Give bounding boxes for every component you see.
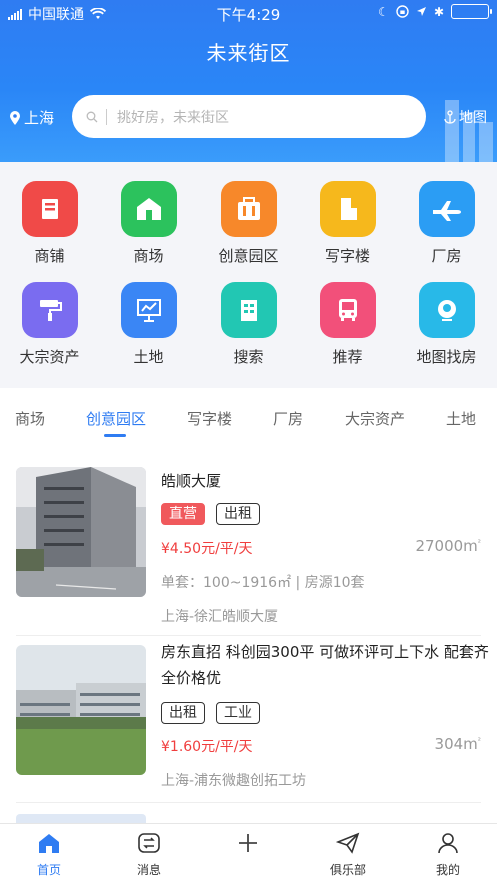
shop-icon [21,181,78,237]
bus-icon [319,282,376,338]
category-label: 推荐 [332,348,363,366]
category-label: 大宗资产 [19,348,80,366]
category-search[interactable]: 搜索 [199,282,298,367]
category-shop[interactable]: 商铺 [0,181,99,266]
category-label: 地图找房 [416,348,477,366]
listing-title: 皓顺大厦 [161,472,222,490]
listing-card[interactable]: 皓顺大厦 直营 出租 ¥4.50元/平/天 27000m² 单套：100~191… [0,450,497,640]
map-button[interactable]: 地图 [444,107,487,127]
map-pin-icon [418,282,475,338]
chart-board-icon [120,282,177,338]
category-creative-park[interactable]: 创意园区 [199,181,298,266]
category-map-search[interactable]: 地图找房 [397,282,496,367]
nav-profile[interactable]: 我的 [418,832,478,878]
listing-photo [16,645,146,775]
tab-land[interactable]: 土地 [446,408,476,429]
search-icon [86,111,98,122]
category-label: 创意园区 [218,247,279,265]
creative-park-icon [220,181,277,237]
map-label: 地图 [459,110,487,126]
nav-messages[interactable]: 消息 [119,832,179,878]
nav-label: 我的 [435,863,460,877]
listing-tags: 直营 出租 [161,503,260,525]
listing-location: 上海-浦东微趣创拓工坊 [161,773,307,789]
category-grid: 商铺 商场 创意园区 写字楼 厂房 大宗资产 土地 搜索 推荐 地图找房 [0,162,497,388]
location-arrow-icon [416,7,426,16]
battery-icon [451,4,492,19]
tag-direct: 直营 [161,503,205,525]
nav-label: 俱乐部 [329,863,366,877]
bluetooth-icon: ✱ [433,4,444,19]
city-selector[interactable]: 上海 [10,107,54,128]
office-building-icon [319,181,376,237]
moon-icon: ☾ [378,4,389,19]
category-tabs: 商场 创意园区 写字楼 厂房 大宗资产 土地 [0,388,497,450]
nav-club[interactable]: 俱乐部 [318,832,378,878]
search-input[interactable]: 挑好房，未来街区 [72,95,426,138]
active-tab-indicator [104,434,126,437]
listing-card[interactable]: 房东直招 科创园300平 可做环评可上下水 配套齐 全价格优 出租 工业 ¥1.… [0,636,497,806]
category-label: 商场 [133,247,164,265]
user-icon [438,833,458,854]
listing-title-line1: 房东直招 科创园300平 可做环评可上下水 配套齐 [161,643,489,661]
category-mall[interactable]: 商场 [99,181,198,266]
tag-rent: 出租 [161,702,205,724]
listing-title-line2: 全价格优 [161,669,222,687]
category-label: 厂房 [431,247,462,265]
next-listing-peek [16,814,146,823]
category-label: 搜索 [233,348,264,366]
tab-creative-park[interactable]: 创意园区 [86,408,146,429]
header: 中国联通 下午4:29 ☾ ✱ 未来街区 上海 挑好房，未来街区 地图 [0,0,497,162]
paint-roller-icon [21,282,78,338]
category-label: 土地 [133,348,164,366]
listing-tags: 出租 工业 [161,702,260,724]
search-placeholder: 挑好房，未来街区 [117,109,229,126]
category-label: 商铺 [34,247,65,265]
tab-factory[interactable]: 厂房 [273,408,303,429]
category-office[interactable]: 写字楼 [298,181,397,266]
city-label: 上海 [24,109,55,127]
status-bar: 中国联通 下午4:29 ☾ ✱ [0,0,497,26]
category-bulk-asset[interactable]: 大宗资产 [0,282,99,367]
listing-area: 304m² [434,735,481,753]
nav-home[interactable]: 首页 [19,832,79,878]
paper-plane-icon [335,832,360,854]
airplane-icon [418,181,475,237]
plus-icon [239,834,257,852]
tab-bulk-asset[interactable]: 大宗资产 [345,408,405,429]
category-factory[interactable]: 厂房 [397,181,496,266]
building-decoration [445,100,493,162]
category-land[interactable]: 土地 [99,282,198,367]
listing-price: ¥1.60元/平/天 [161,739,253,755]
category-label: 写字楼 [324,247,370,265]
nav-label: 消息 [136,863,161,877]
listing-list: 皓顺大厦 直营 出租 ¥4.50元/平/天 27000m² 单套：100~191… [0,450,497,823]
nav-add[interactable] [218,832,278,858]
tag-industrial: 工业 [216,702,260,724]
bottom-nav: 首页 消息 俱乐部 我的 [0,823,497,883]
mall-icon [120,181,177,237]
category-recommend[interactable]: 推荐 [298,282,397,367]
listing-location: 上海-徐汇皓顺大厦 [161,609,279,625]
listing-meta: 单套：100~1916㎡ | 房源10套 [161,575,365,591]
divider [16,802,481,803]
map-anchor-icon [444,110,456,124]
listing-area: 27000m² [415,537,481,555]
home-icon [39,834,59,853]
tab-office[interactable]: 写字楼 [187,408,232,429]
search-divider [106,108,107,125]
search-building-icon [220,282,277,338]
tag-rent: 出租 [216,503,260,525]
listing-photo [16,467,146,597]
listing-price: ¥4.50元/平/天 [161,541,253,557]
tab-mall[interactable]: 商场 [15,408,45,429]
lock-rotation-icon [396,5,409,18]
message-icon [138,833,160,853]
page-title: 未来街区 [206,41,291,65]
location-pin-icon [10,110,20,125]
nav-label: 首页 [36,863,61,877]
